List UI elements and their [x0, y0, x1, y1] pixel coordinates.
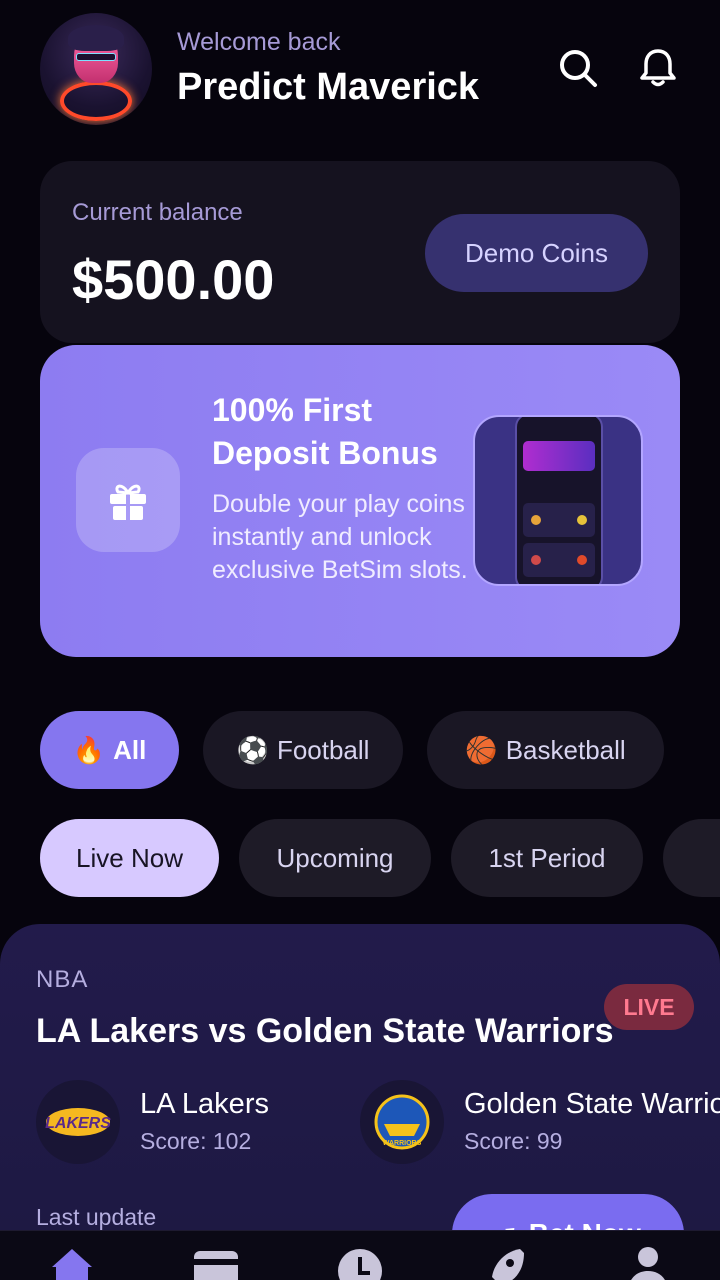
warriors-logo-text: WARRIORS	[383, 1140, 422, 1147]
home-team-name: LA Lakers	[140, 1088, 269, 1120]
balance-label: Current balance	[72, 199, 243, 226]
soccer-ball-icon: ⚽	[236, 734, 269, 765]
avatar-glasses	[76, 53, 116, 61]
home-team-score: Score: 102	[140, 1128, 252, 1154]
demo-coins-button[interactable]: Demo Coins	[425, 214, 648, 292]
filter-all[interactable]: 🔥 All	[40, 711, 179, 789]
match-card[interactable]: NBA LIVE LA Lakers vs Golden State Warri…	[0, 924, 720, 1280]
filter-football[interactable]: ⚽ Football	[203, 711, 403, 789]
filter-label: Football	[276, 734, 370, 765]
away-team-name: Golden State Warriors	[464, 1088, 720, 1120]
bottom-nav	[0, 1230, 720, 1280]
tab-label: Live Now	[76, 842, 183, 873]
tab-more-partial[interactable]	[663, 819, 720, 897]
app-preview-image	[473, 415, 643, 586]
fire-icon: 🔥	[72, 734, 106, 765]
warriors-logo: WARRIORS	[360, 1080, 444, 1164]
profile-icon[interactable]	[624, 1245, 672, 1280]
rocket-icon[interactable]	[480, 1245, 528, 1280]
phone-mockup	[515, 417, 603, 584]
last-update-label: Last update	[36, 1204, 157, 1230]
promo-banner[interactable]: 100% First Deposit Bonus Double your pla…	[40, 345, 680, 657]
avatar[interactable]	[40, 13, 152, 125]
tab-label: Upcoming	[276, 842, 394, 873]
basketball-icon: 🏀	[465, 734, 498, 765]
live-badge: LIVE	[604, 984, 694, 1030]
filter-label: Basketball	[505, 734, 626, 765]
avatar-hair	[68, 25, 124, 51]
username: Predict Maverick	[177, 66, 480, 108]
lakers-logo-text: LAKERS	[45, 1115, 111, 1132]
balance-card: Current balance $500.00 Demo Coins	[40, 161, 680, 343]
filter-basketball[interactable]: 🏀 Basketball	[427, 711, 664, 789]
avatar-neon-ring	[60, 81, 132, 121]
away-team-score: Score: 99	[464, 1128, 563, 1154]
history-icon[interactable]	[336, 1245, 384, 1280]
promo-description: Double your play coins instantly and unl…	[212, 490, 468, 584]
home-icon[interactable]	[48, 1245, 96, 1280]
search-icon[interactable]	[556, 46, 600, 90]
balance-value: $500.00	[72, 248, 275, 311]
tab-upcoming[interactable]: Upcoming	[239, 819, 431, 897]
welcome-text: Welcome back	[177, 28, 341, 56]
tab-live-now[interactable]: Live Now	[40, 819, 219, 897]
match-title: LA Lakers vs Golden State Warriors	[36, 1012, 614, 1050]
league-label: NBA	[36, 966, 89, 993]
tab-1st-period[interactable]: 1st Period	[451, 819, 643, 897]
wallet-icon[interactable]	[192, 1245, 240, 1280]
promo-title: 100% First Deposit Bonus	[212, 392, 438, 471]
gift-icon	[76, 448, 180, 552]
filter-label: All	[113, 734, 147, 765]
tab-label: 1st Period	[488, 842, 606, 873]
lakers-logo: LAKERS	[36, 1080, 120, 1164]
bell-icon[interactable]	[636, 46, 680, 90]
